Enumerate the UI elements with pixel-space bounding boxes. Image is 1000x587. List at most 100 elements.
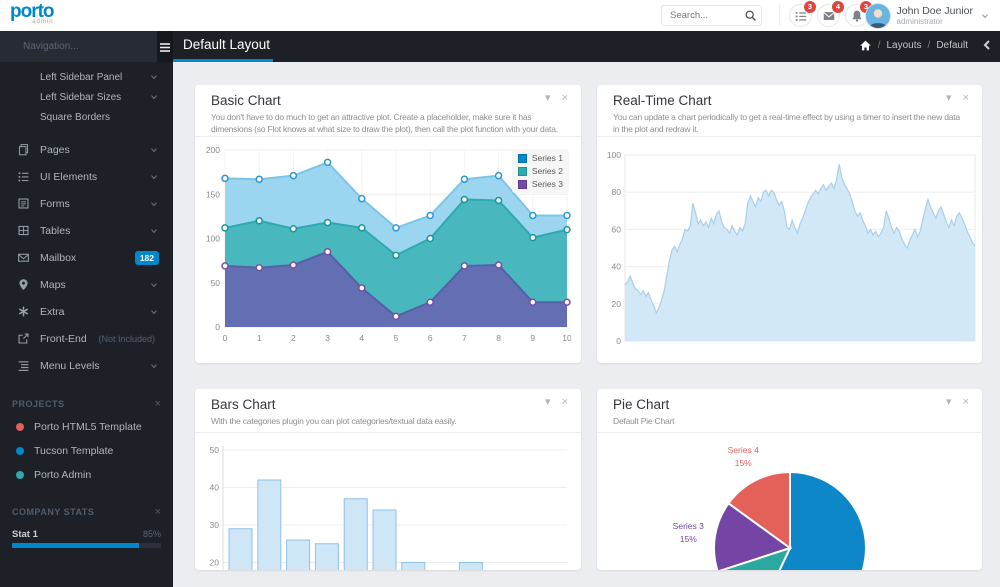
extra-icon (16, 305, 31, 318)
project-status-dot (16, 471, 24, 479)
panel-collapse-button[interactable]: ▾ (946, 93, 952, 104)
user-role: administrator (897, 17, 973, 26)
svg-text:40: 40 (210, 483, 220, 493)
sidebar-subitem-left-sidebar-panel[interactable]: Left Sidebar Panel (0, 67, 173, 87)
sidebar-subitem-square-borders[interactable]: Square Borders (0, 107, 173, 127)
svg-text:100: 100 (607, 150, 621, 160)
sidebar-subitem-label: Left Sidebar Panel (40, 72, 149, 83)
top-header: porto admin 343 John Doe Junior administ… (0, 0, 1000, 31)
legend-swatch (518, 154, 527, 163)
project-status-dot (16, 423, 24, 431)
project-label: Porto Admin (34, 469, 91, 481)
svg-text:15%: 15% (680, 534, 697, 544)
svg-text:60: 60 (612, 224, 622, 234)
search-input[interactable] (662, 10, 740, 21)
svg-text:6: 6 (428, 333, 433, 343)
stat-progress-bar (12, 543, 161, 548)
sidebar-item-front-end[interactable]: Front-End(Not Included) (0, 325, 173, 352)
pie-chart-panel: Pie Chart Default Pie Chart ▾ × Series 3… (597, 389, 982, 570)
breadcrumb-item-layouts[interactable]: Layouts (887, 40, 922, 51)
sidebar-item-note: (Not Included) (98, 334, 155, 344)
header-collapse-button[interactable] (981, 38, 993, 57)
project-status-dot (16, 447, 24, 455)
notification-count: 4 (832, 1, 844, 13)
panel-close-button[interactable]: × (963, 93, 969, 104)
projects-close-button[interactable]: × (155, 399, 161, 409)
realtime-chart-panel: Real-Time Chart You can update a chart p… (597, 85, 982, 363)
sidebar-item-ui-elements[interactable]: UI Elements (0, 163, 173, 190)
panel-collapse-button[interactable]: ▾ (545, 397, 551, 408)
maps-icon (16, 278, 31, 291)
legend-swatch (518, 167, 527, 176)
app-logo[interactable]: porto admin (10, 3, 54, 25)
svg-text:9: 9 (530, 333, 535, 343)
sidebar-item-extra[interactable]: Extra (0, 298, 173, 325)
sidebar-item-label: Tables (40, 225, 149, 237)
sidebar-item-pages[interactable]: Pages (0, 136, 173, 163)
projects-list: Porto HTML5 TemplateTucson Template Porto… (12, 415, 161, 487)
svg-text:5: 5 (394, 333, 399, 343)
legend-label: Series 2 (532, 166, 563, 176)
sidebar-item-tables[interactable]: Tables (0, 217, 173, 244)
panel-title: Pie Chart (613, 396, 966, 414)
ui-elements-icon (17, 170, 30, 183)
panel-collapse-button[interactable]: ▾ (946, 397, 952, 408)
svg-text:7: 7 (462, 333, 467, 343)
breadcrumb-item-default[interactable]: Default (936, 40, 968, 51)
project-item-tucson-template[interactable]: Tucson Template (12, 439, 161, 463)
panel-close-button[interactable]: × (562, 93, 568, 104)
project-item-porto-admin[interactable]: Porto Admin (12, 463, 161, 487)
svg-text:4: 4 (359, 333, 364, 343)
chevron-down-icon (149, 145, 159, 155)
legend-entry: Series 2 (518, 166, 563, 176)
svg-text:40: 40 (612, 262, 622, 272)
chevron-down-icon (149, 92, 159, 102)
company-stats-close-button[interactable]: × (155, 507, 161, 517)
navigation-search-input[interactable] (0, 31, 157, 62)
sidebar-menu: PagesUI Elements Forms Tables Mailbox182Map… (0, 136, 173, 379)
pie-chart-canvas: Series 315%Series 415% (597, 436, 982, 570)
sidebar-item-forms[interactable]: Forms (0, 190, 173, 217)
sidebar-item-maps[interactable]: Maps (0, 271, 173, 298)
chevron-down-icon (149, 280, 159, 290)
menu-levels-icon (17, 359, 30, 372)
panel-title: Bars Chart (211, 396, 565, 414)
maps-icon (17, 278, 30, 291)
project-item-porto-html5-template[interactable]: Porto HTML5 Template (12, 415, 161, 439)
panel-close-button[interactable]: × (963, 397, 969, 408)
avatar-image (866, 4, 890, 28)
sidebar-toggle-button[interactable] (157, 31, 173, 62)
global-search (661, 5, 762, 26)
legend-entry: Series 3 (518, 179, 563, 189)
home-icon[interactable] (859, 39, 872, 52)
svg-text:0: 0 (223, 333, 228, 343)
company-stats-title: COMPANY STATS (12, 507, 155, 517)
mailbox-icon (17, 251, 30, 264)
sidebar-item-label: Front-End (40, 333, 98, 345)
breadcrumb-separator: / (928, 40, 931, 51)
page-header: Default Layout /Layouts/Default (173, 31, 1000, 62)
sidebar-item-label: Forms (40, 198, 149, 210)
panel-close-button[interactable]: × (562, 397, 568, 408)
notification-button-tasks[interactable]: 3 (789, 4, 812, 27)
search-button[interactable] (740, 9, 761, 22)
svg-text:50: 50 (211, 278, 221, 288)
panel-collapse-button[interactable]: ▾ (545, 93, 551, 104)
notification-button-envelope[interactable]: 4 (817, 4, 840, 27)
page-title: Default Layout (183, 31, 270, 59)
forms-icon (16, 197, 31, 210)
user-menu[interactable]: John Doe Junior administrator (866, 3, 990, 28)
svg-text:15%: 15% (735, 458, 752, 468)
extra-icon (17, 305, 30, 318)
panel-description: You can update a chart periodically to g… (613, 111, 966, 135)
sidebar-subitem-left-sidebar-sizes[interactable]: Left Sidebar Sizes (0, 87, 173, 107)
stat-progress-fill (12, 543, 139, 548)
menu-levels-icon (16, 359, 31, 372)
bars-chart-panel: Bars Chart With the categories plugin yo… (195, 389, 581, 570)
bars-chart-canvas: 20304050 (205, 440, 575, 570)
sidebar-item-menu-levels[interactable]: Menu Levels (0, 352, 173, 379)
svg-text:2: 2 (291, 333, 296, 343)
sidebar-item-mailbox[interactable]: Mailbox182 (0, 244, 173, 271)
sidebar-header (0, 31, 173, 62)
realtime-chart-canvas: 020406080100 (607, 147, 977, 347)
